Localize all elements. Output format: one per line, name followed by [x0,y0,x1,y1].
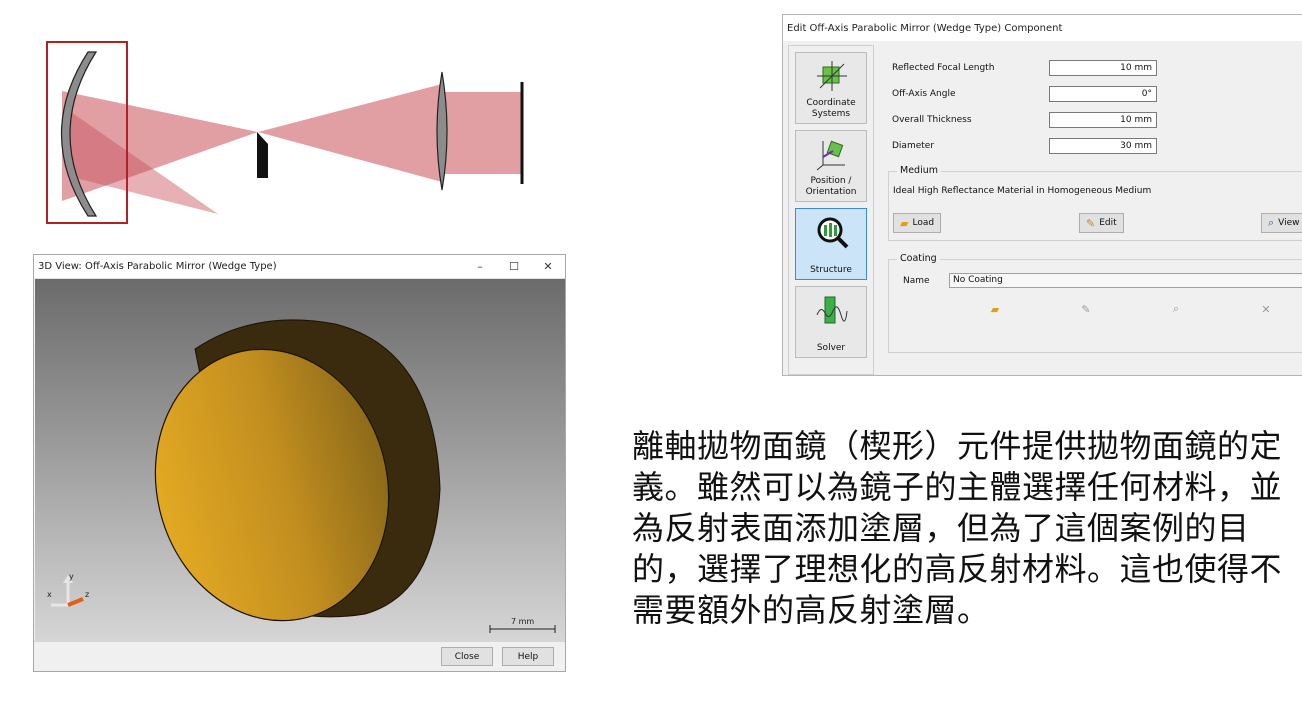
nav-label: Solver [816,343,846,353]
property-label: Diameter [892,141,935,151]
axis-y-label: y [69,572,74,581]
coating-edit-icon[interactable]: ✎ [1077,301,1095,317]
off-axis-angle-field[interactable]: 0° [1049,86,1157,102]
nav-label: Position / Orientation [805,176,857,197]
medium-group-title: Medium [897,165,941,176]
maximize-icon[interactable]: ☐ [497,255,531,279]
nav-solver[interactable]: Solver [795,286,867,358]
solver-icon [816,296,848,324]
property-label: Reflected Focal Length [892,63,995,73]
close-icon[interactable]: ✕ [531,255,565,279]
folder-icon: ▰ [900,216,909,230]
3d-view-window: 3D View: Off-Axis Parabolic Mirror (Wedg… [33,254,566,672]
overall-thickness-field[interactable]: 10 mm [1049,112,1157,128]
medium-value: Ideal High Reflectance Material in Homog… [893,186,1152,196]
axes-triad: y x z [47,572,89,607]
axis-z-label: z [85,590,89,599]
dialog-title: Edit Off-Axis Parabolic Mirror (Wedge Ty… [783,15,1302,41]
diverging-beam [258,84,442,182]
coating-remove-icon[interactable]: ✕ [1257,301,1275,317]
property-label: Off-Axis Angle [892,89,956,99]
coating-name-field[interactable]: No Coating [949,273,1302,288]
view-button[interactable]: ⌕ View [1261,213,1302,233]
nav-label: Structure [810,265,852,275]
3d-scene: y x z 7 mm [47,319,556,633]
3d-viewport[interactable]: y x z 7 mm [35,279,565,642]
help-button[interactable]: Help [502,647,554,666]
coordinate-systems-icon [817,61,847,91]
edit-component-dialog: Edit Off-Axis Parabolic Mirror (Wedge Ty… [782,14,1302,376]
minimize-icon[interactable]: – [463,255,497,279]
nav-coordinate-systems[interactable]: Coordinate Systems [795,52,867,124]
load-button[interactable]: ▰ Load [893,213,942,233]
knife-edge [257,132,268,178]
load-label: Load [912,218,935,228]
reflected-focal-length-field[interactable]: 10 mm [1049,60,1157,76]
nav-structure[interactable]: Structure [795,208,867,280]
coating-view-icon[interactable]: ⌕ [1167,301,1185,317]
dialog-nav-pane: Coordinate Systems Position / Orientatio… [788,45,874,375]
description-text: 離軸拋物面鏡（楔形）元件提供拋物面鏡的定義。雖然可以為鏡子的主體選擇任何材料，並… [632,427,1283,629]
nav-position-orientation[interactable]: Position / Orientation [795,130,867,202]
collimated-beam [442,92,522,174]
3d-view-footer: Close Help [34,641,565,671]
optical-layout-diagram [46,41,524,224]
coating-name-label: Name [903,276,930,286]
diameter-field[interactable]: 30 mm [1049,138,1157,154]
coating-group: Coating Name No Coating ▰ ✎ ⌕ ✕ [888,253,1302,353]
structure-icon [817,217,849,249]
medium-group: Medium Ideal High Reflectance Material i… [888,165,1302,241]
scale-bar-label: 7 mm [511,617,534,626]
3d-view-titlebar: 3D View: Off-Axis Parabolic Mirror (Wedg… [34,255,565,279]
property-label: Overall Thickness [892,115,972,125]
pencil-icon: ✎ [1086,216,1096,230]
edit-label: Edit [1099,218,1117,228]
edit-button[interactable]: ✎ Edit [1079,213,1124,233]
nav-label: Coordinate Systems [806,98,856,119]
coating-group-title: Coating [897,253,940,264]
close-button[interactable]: Close [441,647,493,666]
position-orientation-icon [816,140,845,171]
view-label: View [1278,218,1300,228]
scale-bar: 7 mm [489,617,556,633]
axis-x-label: x [47,590,52,599]
magnifier-icon: ⌕ [1268,216,1275,229]
3d-view-title: 3D View: Off-Axis Parabolic Mirror (Wedg… [38,261,277,272]
coating-load-icon[interactable]: ▰ [986,301,1004,317]
